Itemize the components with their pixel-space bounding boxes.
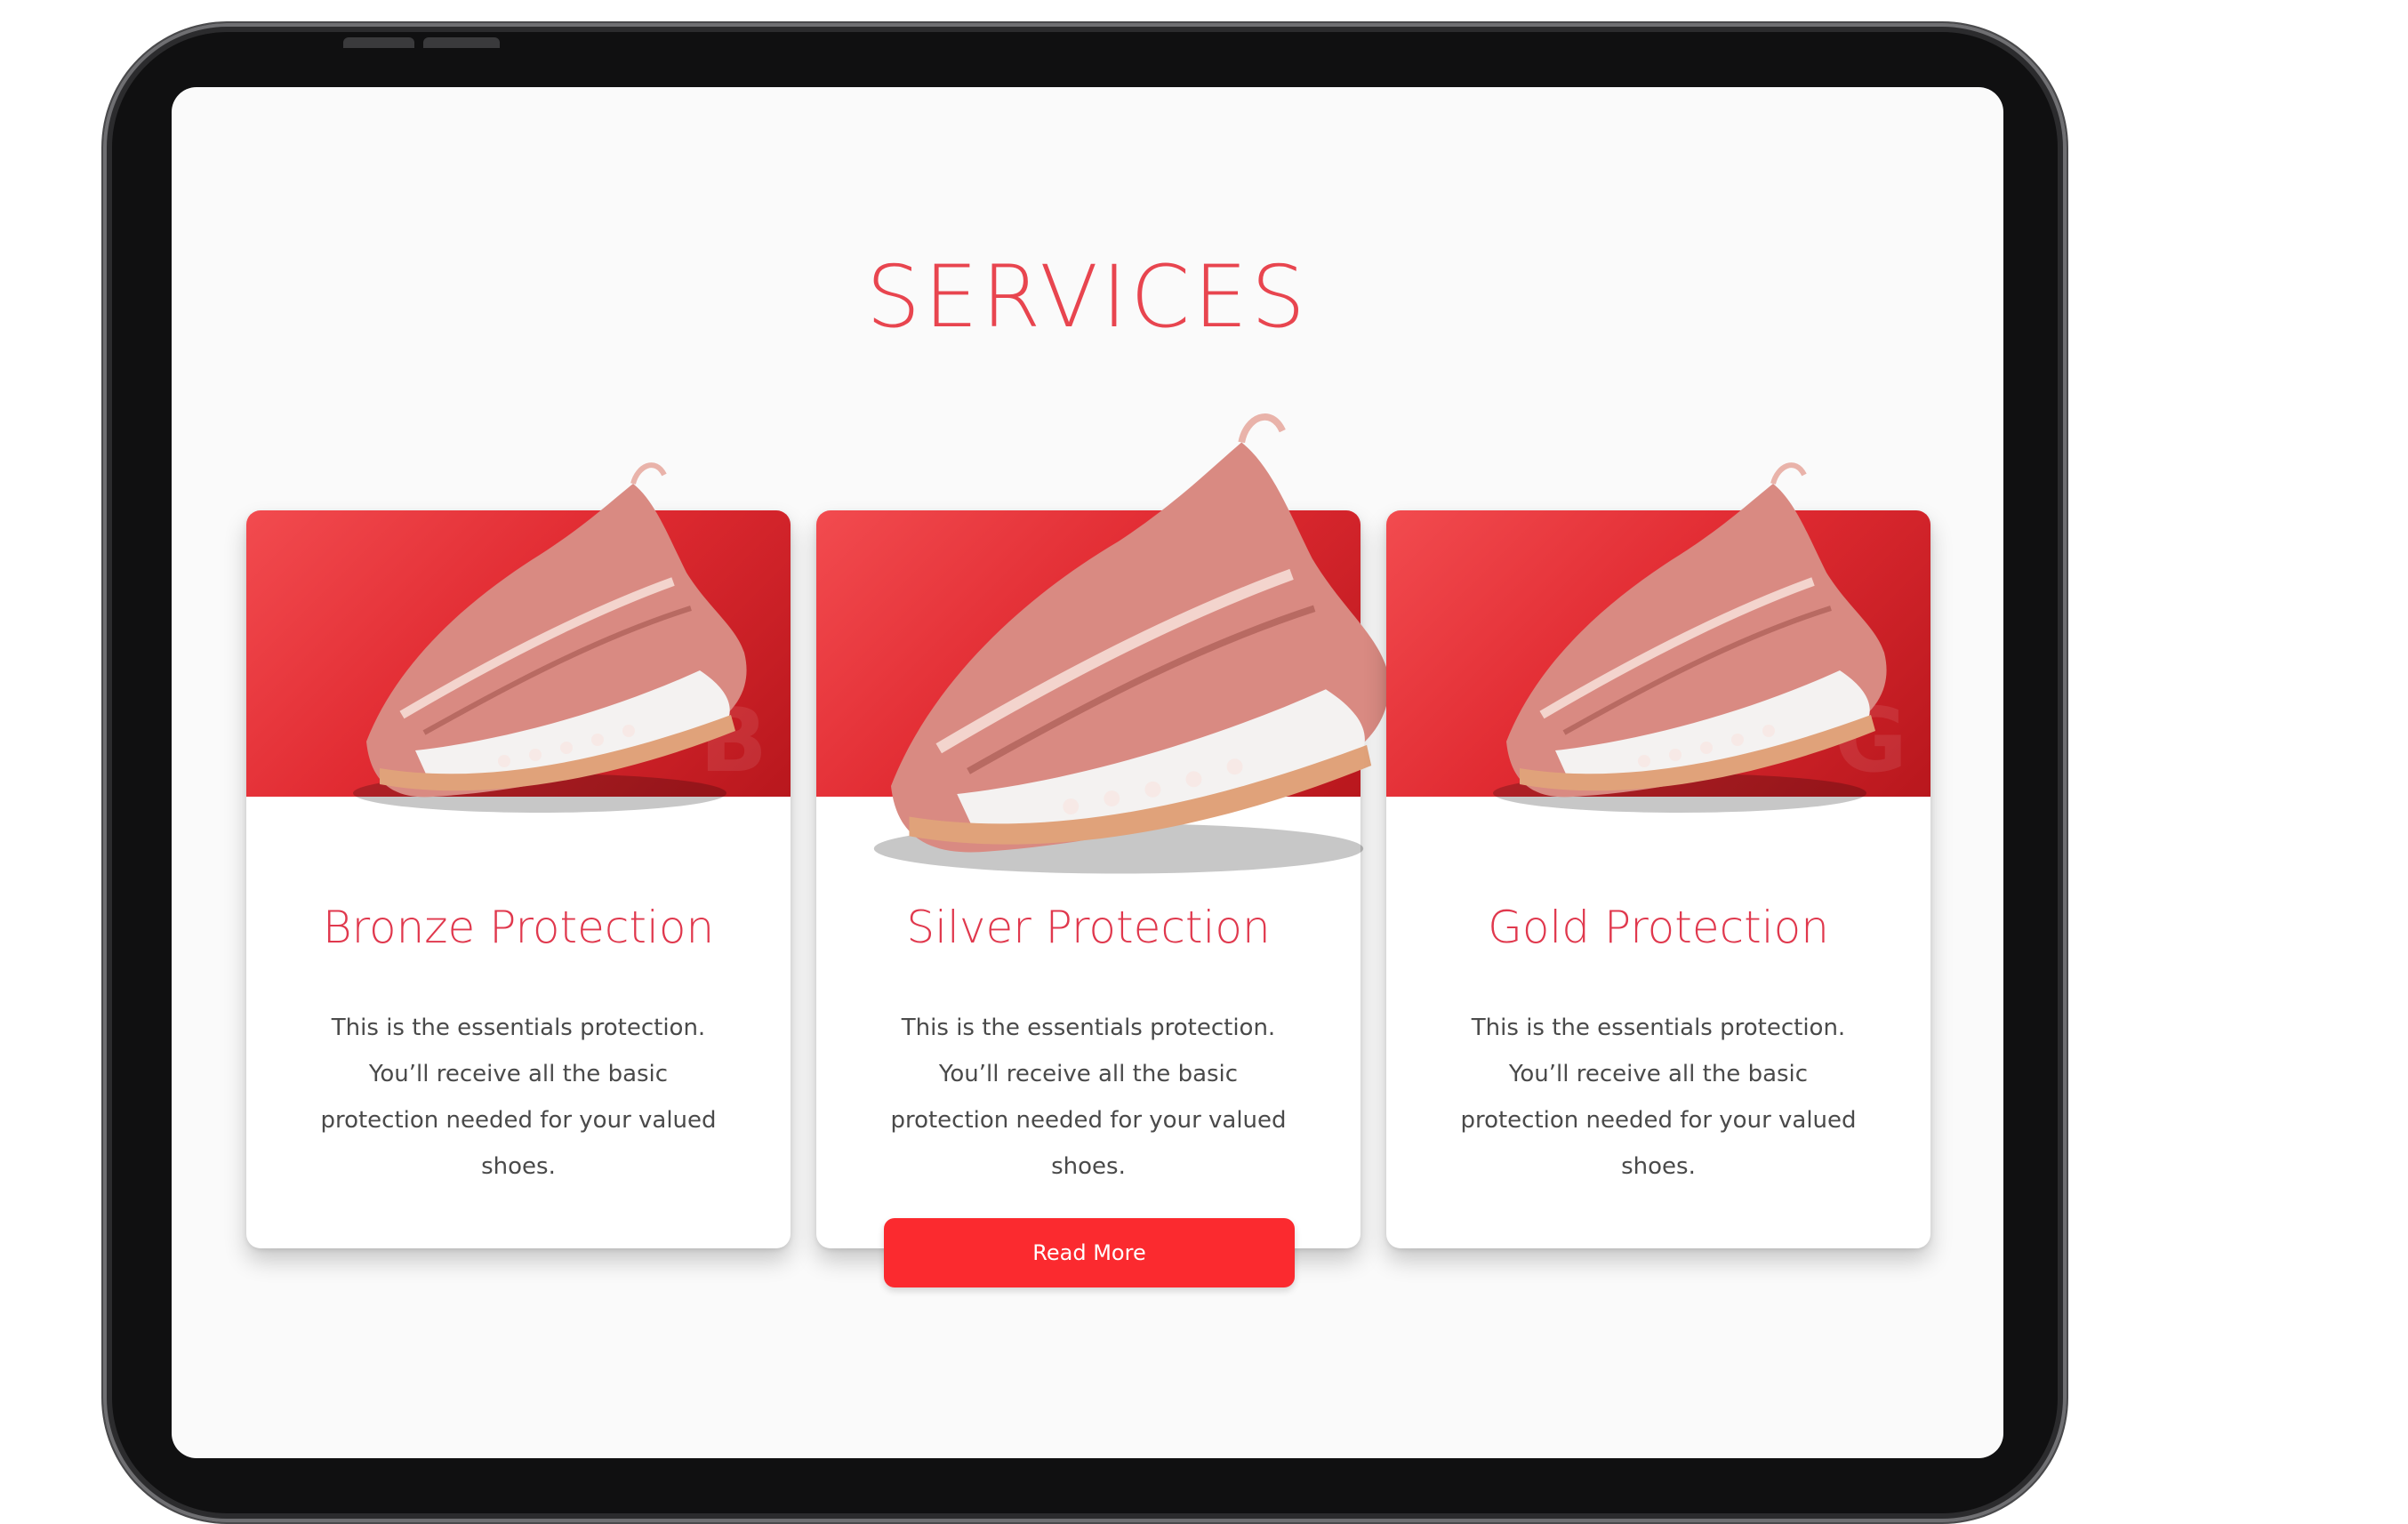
sneaker-icon [1493, 462, 1887, 813]
volume-button [343, 37, 414, 48]
card-title: Gold Protection [1488, 902, 1829, 953]
page-title: SERVICES [866, 247, 1309, 347]
service-card-gold: G Gold Protection This is the essentials… [1386, 462, 1930, 1248]
sneaker-icon [873, 413, 1389, 874]
service-card-bronze: B Bronze Protection This is the essentia… [246, 462, 791, 1248]
read-more-button[interactable]: Read More [884, 1218, 1295, 1287]
card-image-header: B [816, 413, 1389, 874]
card-title: Bronze Protection [322, 902, 715, 953]
service-card-silver: B Silver Protection This is the essentia… [816, 413, 1389, 1248]
card-description: This is the essentials protection. You’l… [320, 1015, 717, 1180]
card-image-header: B [246, 462, 791, 813]
card-description: This is the essentials protection. You’l… [1460, 1015, 1857, 1180]
sneaker-icon [353, 462, 747, 813]
card-image-header: G [1386, 462, 1930, 813]
volume-button [423, 37, 500, 48]
screen: SERVICES B Bronze Protection This is the… [172, 87, 2003, 1458]
card-description: This is the essentials protection. You’l… [890, 1015, 1287, 1180]
card-title: Silver Protection [906, 902, 1271, 953]
